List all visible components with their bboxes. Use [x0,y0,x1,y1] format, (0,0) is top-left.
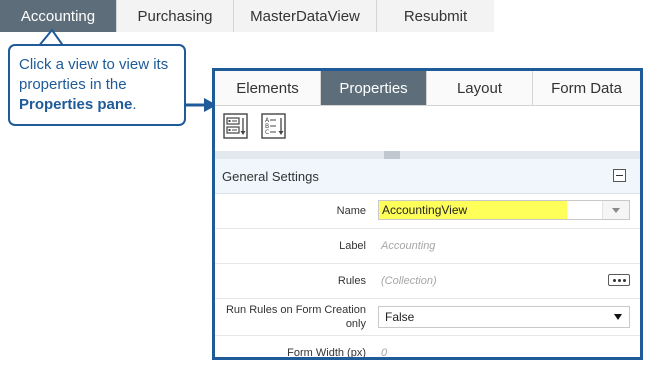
splitter-grip-icon[interactable] [384,151,400,159]
svg-text:C: C [265,129,269,136]
dot-icon [617,278,621,282]
section-title: General Settings [222,168,319,184]
tab-properties[interactable]: Properties [321,71,427,105]
alphabetical-sort-icon[interactable]: A B C [261,113,286,139]
form-width-field[interactable]: 0 [381,336,387,357]
property-row-run-rules: Run Rules on Form Creation only False [215,299,640,336]
dot-icon [612,278,616,282]
section-general-settings[interactable]: General Settings [215,159,640,194]
callout-box: Click a view to view its properties in t… [8,44,186,126]
tab-purchasing[interactable]: Purchasing [117,0,234,32]
collapse-icon[interactable] [613,169,626,182]
tab-elements[interactable]: Elements [215,71,321,105]
properties-toolbar: A B C [215,106,640,151]
tab-layout[interactable]: Layout [427,71,533,105]
property-label-rules: Rules [337,275,366,287]
tab-form-data[interactable]: Form Data [533,71,640,105]
callout-end: . [132,96,137,113]
property-row-rules: Rules (Collection) [215,264,640,299]
property-label-name: Name [336,205,366,217]
run-rules-select[interactable]: False [378,306,630,328]
property-label-label: Label [339,240,366,252]
properties-window: Elements Properties Layout Form Data A B [212,68,643,360]
dot-icon [622,278,626,282]
callout-bold-text: Properties pane [19,96,133,113]
panel-tab-bar: Elements Properties Layout Form Data [215,71,640,106]
callout-text: Click a view to view its properties in t… [19,56,169,93]
tab-masterdataview[interactable]: MasterDataView [234,0,377,32]
rules-field[interactable]: (Collection) [381,264,437,298]
designer-screenshot: Accounting Purchasing MasterDataView Res… [0,0,645,365]
property-row-name: Name AccountingView [215,194,640,229]
ellipsis-icon[interactable] [608,274,630,286]
name-value[interactable]: AccountingView [379,201,567,219]
tab-resubmit[interactable]: Resubmit [377,0,494,32]
chevron-down-icon [614,314,622,320]
pane-splitter[interactable] [215,151,640,159]
run-rules-value: False [385,310,415,324]
property-row-label: Label Accounting [215,229,640,264]
property-row-form-width: Form Width (px) 0 [215,336,640,359]
property-label-run-rules: Run Rules on Form Creation only [225,304,366,330]
chevron-down-icon[interactable] [602,201,629,219]
name-field[interactable]: AccountingView [378,200,630,220]
categorized-view-icon[interactable] [223,113,248,139]
property-label-form-width: Form Width (px) [287,347,366,359]
label-field[interactable]: Accounting [381,229,435,263]
